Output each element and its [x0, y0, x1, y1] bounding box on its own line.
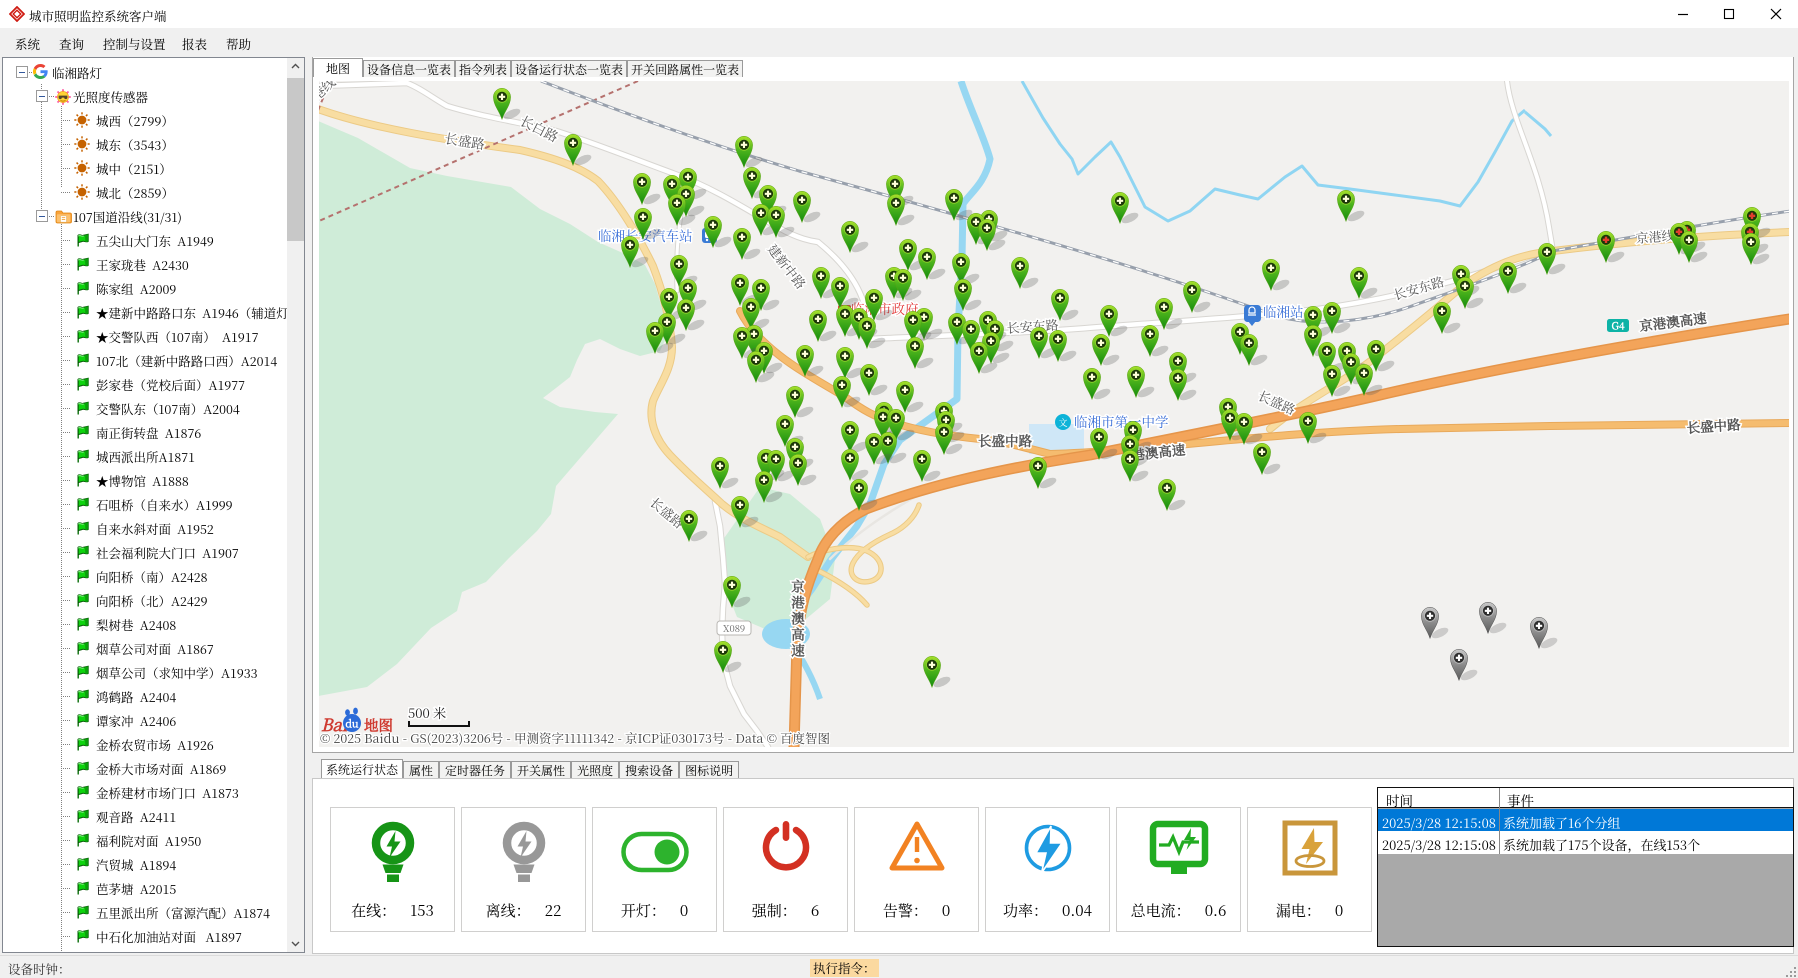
- svg-text:长盛中路: 长盛中路: [1686, 413, 1742, 437]
- svg-text:京港线: 京港线: [1635, 225, 1675, 247]
- svg-text:X089: X089: [723, 621, 745, 635]
- svg-text:du: du: [345, 717, 358, 732]
- svg-text:地图: 地图: [364, 715, 393, 736]
- svg-text:京港澳高速: 京港澳高速: [788, 578, 808, 659]
- svg-text:长盛中路: 长盛中路: [978, 430, 1032, 450]
- svg-text:临湘站: 临湘站: [1263, 301, 1304, 321]
- svg-text:文: 文: [1058, 416, 1067, 429]
- svg-text:临湘市第一中学: 临湘市第一中学: [1074, 411, 1169, 431]
- svg-text:G4: G4: [1612, 318, 1625, 333]
- svg-text:© 2025 Baidu - GS(2023)3206号 -: © 2025 Baidu - GS(2023)3206号 - 甲测资字11111…: [320, 729, 830, 747]
- svg-text:500 米: 500 米: [408, 703, 446, 722]
